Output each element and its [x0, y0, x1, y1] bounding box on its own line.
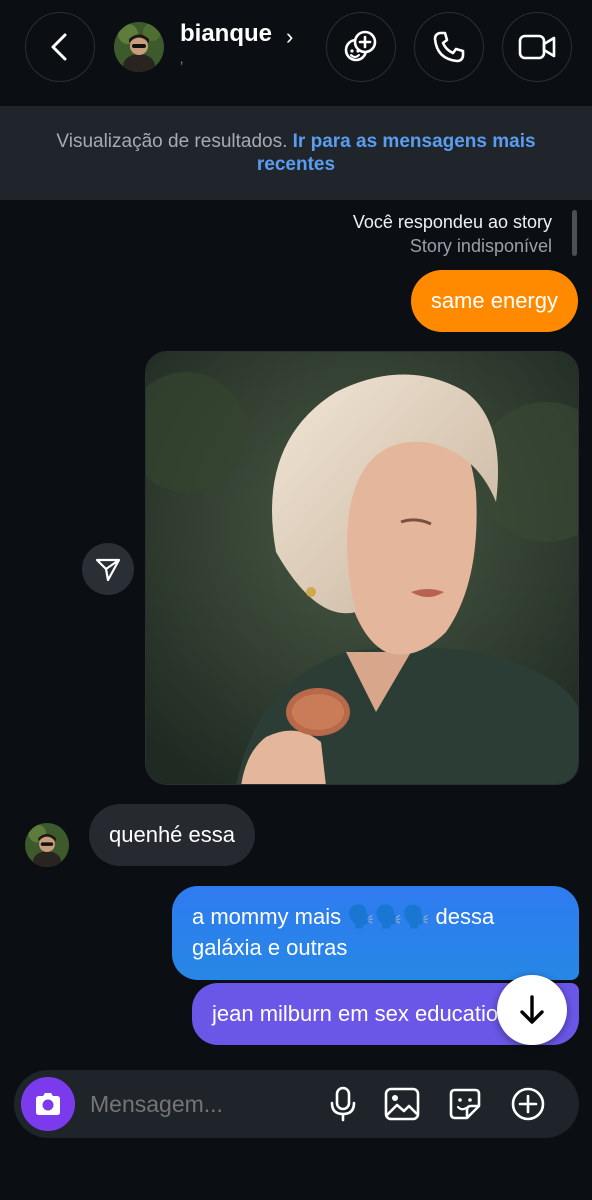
story-unavailable-label: Story indisponível	[409, 236, 552, 256]
camera-button[interactable]	[21, 1077, 75, 1131]
avatar[interactable]	[114, 22, 164, 72]
microphone-icon	[328, 1086, 358, 1122]
sticker-icon	[447, 1086, 483, 1122]
effects-button[interactable]	[326, 12, 396, 82]
user-status: ‚	[180, 50, 184, 66]
send-icon	[94, 555, 122, 583]
sender-avatar[interactable]	[25, 823, 69, 867]
sticker-button[interactable]	[445, 1084, 485, 1124]
sent-message-bubble[interactable]: a mommy mais 🗣️🗣️🗣️ dessa galáxia e outr…	[172, 886, 579, 980]
photo-message[interactable]	[145, 351, 579, 785]
gallery-button[interactable]	[382, 1084, 422, 1124]
username[interactable]: bianque	[180, 20, 272, 48]
story-reply-label: Você respondeu ao story	[352, 212, 552, 232]
chat-header: bianque › ‚	[0, 0, 592, 106]
image-icon	[384, 1087, 420, 1121]
call-button[interactable]	[414, 12, 484, 82]
microphone-button[interactable]	[323, 1084, 363, 1124]
arrow-down-icon	[515, 993, 549, 1027]
video-camera-icon	[517, 31, 557, 63]
phone-icon	[431, 29, 467, 65]
search-results-banner: Visualização de resultados. Ir para as m…	[0, 106, 592, 200]
chevron-right-icon[interactable]: ›	[286, 24, 293, 50]
received-message-bubble[interactable]: quenhé essa	[89, 804, 255, 866]
story-reply-note: Você respondeu ao story Story indisponív…	[353, 210, 552, 258]
chevron-left-icon	[47, 32, 73, 62]
effects-icon	[342, 28, 380, 66]
message-input[interactable]	[90, 1089, 310, 1119]
video-call-button[interactable]	[502, 12, 572, 82]
message-composer	[14, 1070, 579, 1138]
plus-circle-icon	[510, 1086, 546, 1122]
add-button[interactable]	[508, 1084, 548, 1124]
jump-to-recent-link[interactable]: Ir para as mensagens mais recentes	[257, 131, 536, 175]
scroll-to-bottom-button[interactable]	[497, 975, 567, 1045]
scrollbar[interactable]	[572, 210, 577, 256]
back-button[interactable]	[25, 12, 95, 82]
banner-text: Visualização de resultados.	[56, 131, 293, 152]
sent-message-bubble[interactable]: same energy	[410, 270, 578, 332]
share-button[interactable]	[82, 543, 134, 595]
camera-icon	[33, 1091, 63, 1117]
